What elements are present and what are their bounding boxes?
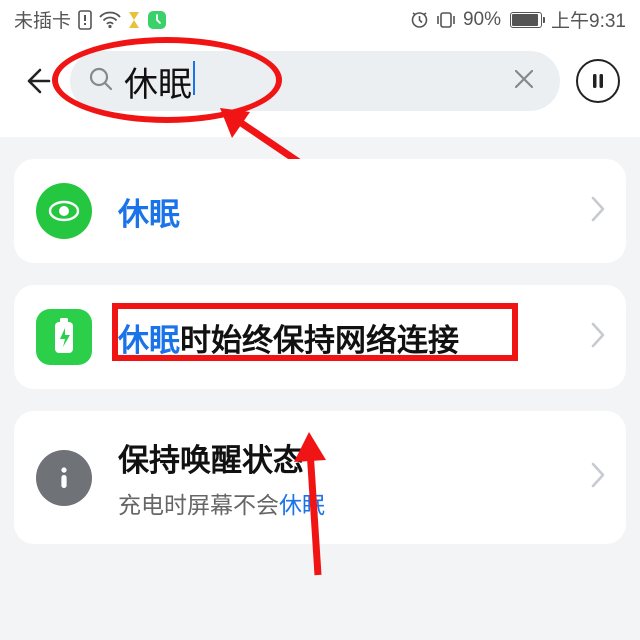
close-icon <box>512 67 536 91</box>
result-title: 休眠时始终保持网络连接 <box>118 315 584 360</box>
results-list: 休眠 休眠时始终保持网络连接 保持唤醒状态 充电时屏幕不会休眠 <box>0 159 640 544</box>
sim-status: 未插卡 <box>14 6 71 33</box>
chevron-right-icon <box>584 321 612 354</box>
menu-button[interactable] <box>576 59 620 103</box>
clear-button[interactable] <box>506 61 542 102</box>
pause-icon <box>588 71 608 91</box>
eye-icon <box>36 183 92 239</box>
search-icon <box>88 66 114 97</box>
clock-time: 上午9:31 <box>551 6 626 33</box>
result-item-network-sleep[interactable]: 休眠时始终保持网络连接 <box>14 285 626 389</box>
result-title: 保持唤醒状态 <box>118 435 584 480</box>
result-subtitle: 充电时屏幕不会休眠 <box>118 486 584 520</box>
info-icon <box>36 450 92 506</box>
hourglass-icon <box>127 11 141 29</box>
search-row: 休眠 <box>0 37 640 137</box>
arrow-left-icon <box>22 66 52 96</box>
chevron-right-icon <box>584 461 612 494</box>
alert-icon <box>77 10 93 30</box>
battery-percent: 90% <box>463 9 501 31</box>
search-input[interactable]: 休眠 <box>70 51 560 111</box>
vibrate-icon <box>435 11 457 29</box>
result-item-sleep[interactable]: 休眠 <box>14 159 626 263</box>
result-item-keep-awake[interactable]: 保持唤醒状态 充电时屏幕不会休眠 <box>14 411 626 544</box>
result-title: 休眠 <box>118 189 584 234</box>
chevron-right-icon <box>584 195 612 228</box>
alarm-icon <box>410 10 429 29</box>
app-icon <box>147 10 167 30</box>
battery-app-icon <box>36 309 92 365</box>
status-bar: 未插卡 90% 上午9:31 <box>0 0 640 37</box>
back-button[interactable] <box>20 64 54 98</box>
battery-icon <box>507 12 545 28</box>
wifi-icon <box>99 11 121 29</box>
search-query: 休眠 <box>124 57 192 106</box>
